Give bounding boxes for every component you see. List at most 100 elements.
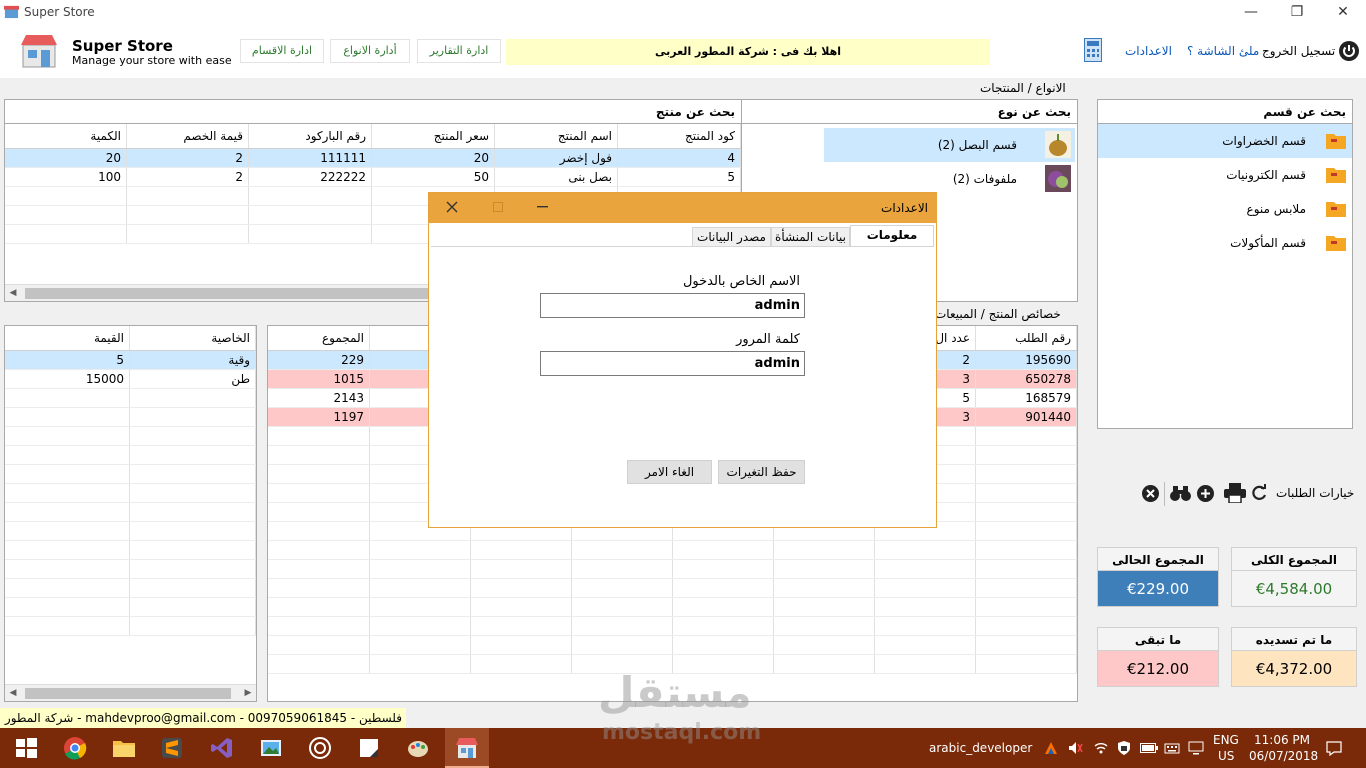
minimize-button[interactable]: — bbox=[1228, 0, 1274, 24]
wifi-icon[interactable] bbox=[1093, 740, 1109, 756]
store-logo-icon bbox=[21, 35, 57, 68]
table-row[interactable]: 5 بصل بنى 50 222222 2 100 bbox=[5, 167, 741, 187]
maximize-button[interactable]: ❐ bbox=[1274, 0, 1320, 24]
save-button[interactable]: حفظ التغيرات bbox=[718, 460, 805, 484]
tab-company-data[interactable]: بيانات المنشأة bbox=[771, 227, 850, 247]
column-header[interactable]: رقم الطلب bbox=[975, 326, 1077, 351]
column-header[interactable]: سعر المنتج bbox=[371, 124, 495, 149]
manage-reports-button[interactable]: ادارة التقارير bbox=[417, 39, 501, 63]
current-total-label: المجموع الحالى bbox=[1097, 547, 1219, 571]
welcome-banner: اهلا بك فى : شركة المطور العربى bbox=[506, 39, 990, 65]
battery-icon[interactable] bbox=[1140, 741, 1158, 755]
file-explorer-icon[interactable] bbox=[112, 736, 136, 760]
type-item[interactable]: قسم البصل (2) bbox=[824, 128, 1075, 162]
table-cell: 168579 bbox=[975, 388, 1077, 408]
category-label: قسم الخضراوات bbox=[1222, 134, 1306, 148]
scroll-right-icon[interactable]: ▶ bbox=[240, 685, 256, 702]
column-header[interactable]: قيمة الخصم bbox=[126, 124, 249, 149]
category-item[interactable]: قسم الخضراوات bbox=[1098, 124, 1352, 158]
taskbar-active-app[interactable] bbox=[445, 728, 489, 768]
products-search-header[interactable]: بحث عن منتج bbox=[5, 100, 741, 124]
dialog-tab-body: الاسم الخاص بالدخول admin كلمة المرور ad… bbox=[431, 246, 934, 526]
table-cell: 20 bbox=[5, 148, 127, 168]
lang-indicator-bottom[interactable]: US bbox=[1218, 749, 1234, 763]
categories-panel: بحث عن قسم قسم الخضراوات قسم الكترونيات … bbox=[1097, 99, 1353, 429]
paid-value: €4,372.00 bbox=[1231, 651, 1357, 687]
add-icon[interactable] bbox=[1197, 485, 1214, 502]
table-cell: وقية bbox=[129, 350, 256, 370]
type-item[interactable]: ملفوفات (2) bbox=[824, 162, 1075, 196]
dialog-minimize-icon[interactable] bbox=[537, 206, 548, 208]
table-row[interactable]: وقية 5 bbox=[5, 350, 256, 370]
username-input[interactable]: admin bbox=[540, 293, 805, 318]
types-search-header[interactable]: بحث عن نوع bbox=[742, 100, 1077, 124]
table-row bbox=[5, 426, 256, 446]
settings-link[interactable]: الاعدادات bbox=[1125, 44, 1172, 58]
visual-studio-icon[interactable] bbox=[210, 736, 234, 760]
paint-icon[interactable] bbox=[406, 736, 430, 760]
calculator-icon[interactable] bbox=[1084, 38, 1102, 62]
table-row bbox=[5, 521, 256, 541]
column-header[interactable]: رقم الباركود bbox=[248, 124, 372, 149]
categories-search-header[interactable]: بحث عن قسم bbox=[1098, 100, 1352, 124]
sublime-icon[interactable] bbox=[160, 736, 184, 760]
chrome-icon[interactable] bbox=[63, 736, 87, 760]
scroll-left-icon[interactable]: ◀ bbox=[5, 685, 21, 702]
power-icon[interactable] bbox=[1339, 41, 1359, 61]
dialog-maximize-icon[interactable] bbox=[493, 202, 503, 212]
app-tray-icon[interactable] bbox=[1043, 740, 1059, 756]
dialog-titlebar: الاعدادات bbox=[429, 193, 936, 223]
keyboard-icon[interactable] bbox=[1164, 740, 1180, 756]
binoculars-icon[interactable] bbox=[1170, 485, 1191, 502]
fullscreen-link[interactable]: ملئ الشاشة ؟ bbox=[1187, 44, 1259, 58]
windows-start-icon[interactable] bbox=[14, 736, 38, 760]
cancel-button[interactable]: الغاء الامر bbox=[627, 460, 712, 484]
folder-icon bbox=[1326, 168, 1346, 183]
column-header[interactable]: المجموع bbox=[268, 326, 370, 351]
manage-types-button[interactable]: أدارة الانواع bbox=[330, 39, 410, 63]
clock-date[interactable]: 06/07/2018 bbox=[1249, 749, 1318, 763]
dialog-close-icon[interactable] bbox=[446, 201, 458, 213]
notifications-icon[interactable] bbox=[1326, 740, 1342, 756]
obs-icon[interactable] bbox=[308, 736, 332, 760]
table-cell: 1197 bbox=[268, 407, 370, 427]
grand-total-value: €4,584.00 bbox=[1231, 571, 1357, 607]
password-input[interactable]: admin bbox=[540, 351, 805, 376]
volume-icon[interactable] bbox=[1068, 740, 1084, 756]
column-header[interactable]: اسم المنتج bbox=[494, 124, 618, 149]
category-item[interactable]: قسم المأكولات bbox=[1098, 226, 1352, 260]
display-icon[interactable] bbox=[1188, 740, 1204, 756]
table-row[interactable]: طن 15000 bbox=[5, 369, 256, 389]
clock-time[interactable]: 11:06 PM bbox=[1254, 733, 1310, 747]
table-row bbox=[5, 559, 256, 579]
lang-indicator-top[interactable]: ENG bbox=[1213, 733, 1239, 747]
table-cell: فول إخضر bbox=[494, 148, 618, 168]
scroll-left-icon[interactable]: ◀ bbox=[5, 285, 21, 302]
column-header[interactable]: الكمية bbox=[5, 124, 127, 149]
tab-data-source[interactable]: مصدر البيانات bbox=[692, 227, 771, 247]
paid-label: ما تم تسديده bbox=[1231, 627, 1357, 651]
column-header[interactable]: القيمة bbox=[5, 326, 130, 351]
close-button[interactable]: ✕ bbox=[1320, 0, 1366, 24]
column-header[interactable]: كود المنتج bbox=[617, 124, 741, 149]
manage-categories-button[interactable]: ادارة الاقسام bbox=[240, 39, 324, 63]
column-header[interactable]: الخاصية bbox=[129, 326, 256, 351]
table-cell: 2 bbox=[126, 167, 249, 187]
security-icon[interactable] bbox=[1116, 740, 1132, 756]
category-label: قسم الكترونيات bbox=[1226, 168, 1306, 182]
refresh-icon[interactable] bbox=[1250, 484, 1268, 502]
store-icon bbox=[4, 5, 19, 19]
table-row[interactable]: 4 فول إخضر 20 111111 2 20 bbox=[5, 148, 741, 168]
category-item[interactable]: قسم الكترونيات bbox=[1098, 158, 1352, 192]
category-item[interactable]: ملابس منوع bbox=[1098, 192, 1352, 226]
remaining-card: ما تبقى €212.00 bbox=[1097, 627, 1219, 687]
tab-admin-info[interactable]: معلومات ادارية bbox=[850, 225, 934, 260]
logout-link[interactable]: تسجيل الخروج bbox=[1262, 44, 1335, 58]
close-circle-icon[interactable] bbox=[1142, 485, 1159, 502]
sticky-notes-icon[interactable] bbox=[357, 736, 381, 760]
print-icon[interactable] bbox=[1224, 483, 1246, 503]
table-cell: 229 bbox=[268, 350, 370, 370]
features-table: الخاصية القيمة وقية 5 طن 15000 bbox=[5, 326, 256, 636]
photos-icon[interactable] bbox=[259, 736, 283, 760]
features-hscrollbar[interactable]: ◀ ▶ bbox=[5, 684, 256, 701]
